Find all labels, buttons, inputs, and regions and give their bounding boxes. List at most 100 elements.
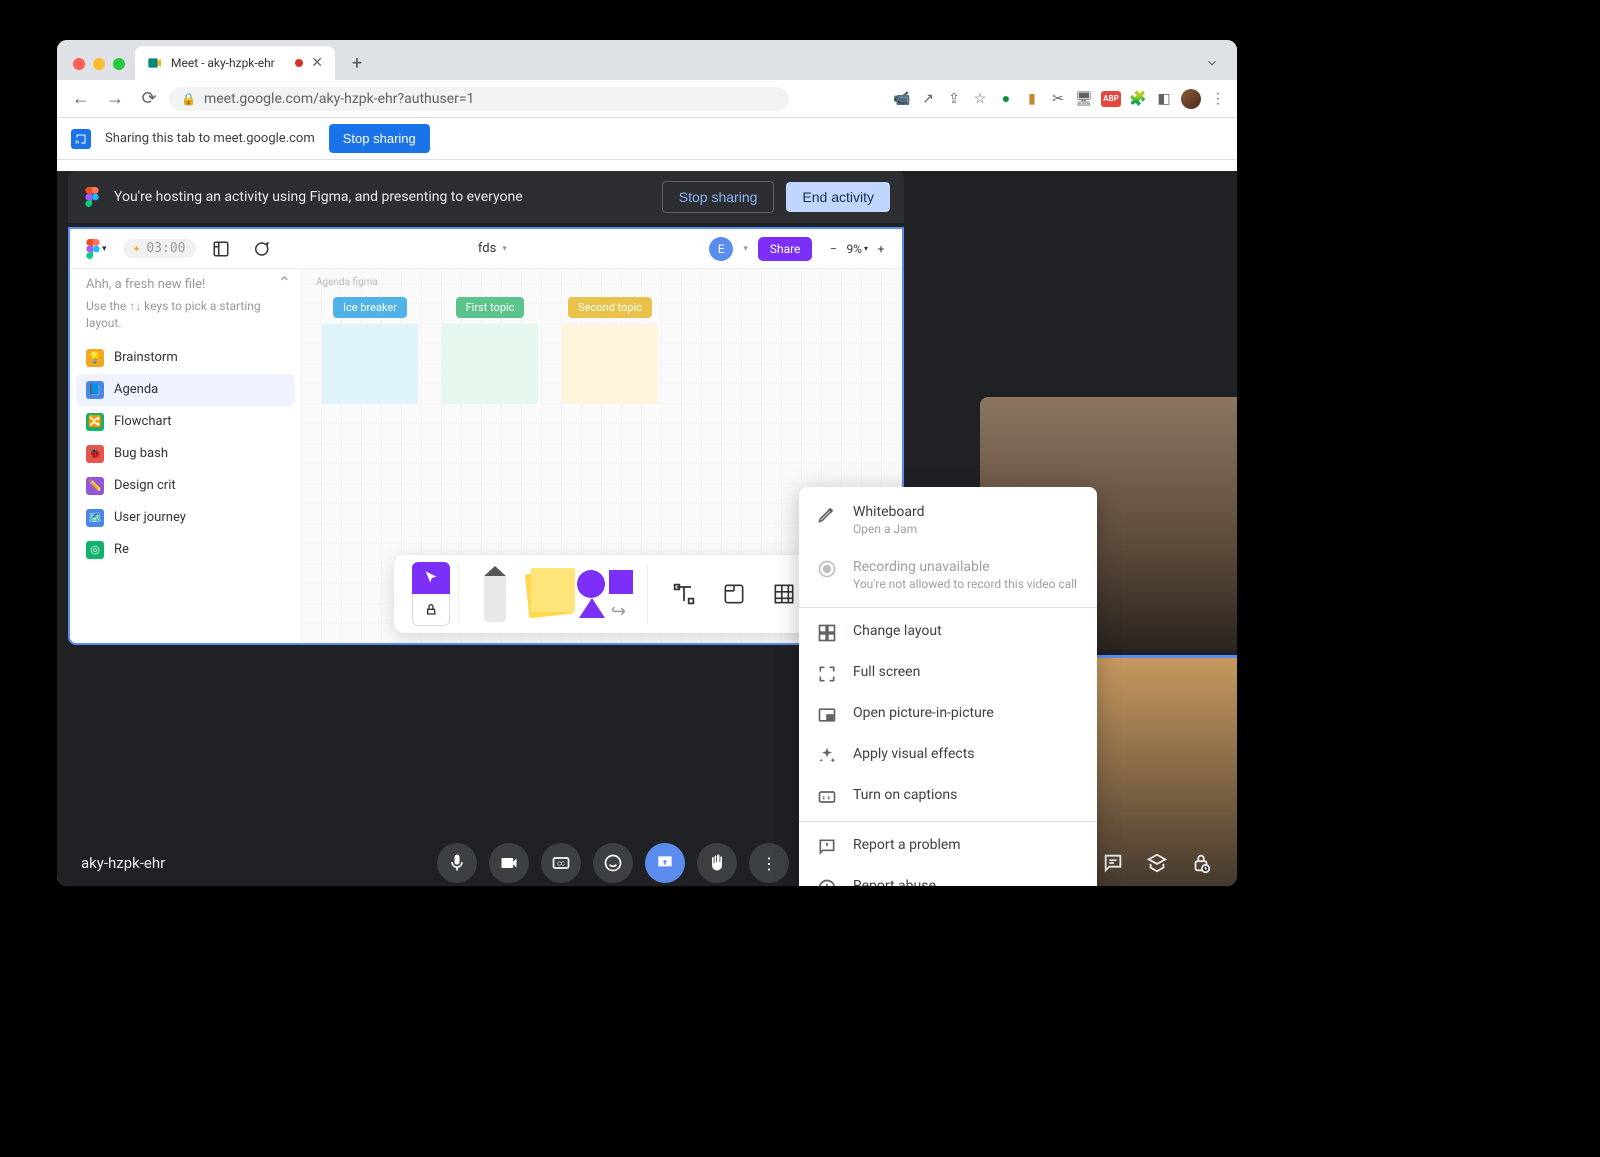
meet-area: You're hosting an activity using Figma, …	[57, 171, 1237, 886]
menu-visual-effects[interactable]: Apply visual effects	[799, 735, 1097, 776]
chrome-menu-icon[interactable]: ⋮	[1209, 90, 1227, 108]
captions-icon	[817, 787, 837, 807]
reactions-button[interactable]	[593, 843, 633, 883]
template-label: User journey	[114, 510, 186, 525]
sidebar-item-re[interactable]: ◎Re	[70, 534, 301, 566]
sidepanel-icon[interactable]: ◧	[1155, 90, 1173, 108]
close-window-dot[interactable]	[73, 58, 85, 70]
sticky-note-tool[interactable]	[523, 572, 567, 616]
sidebar-item-design-crit[interactable]: ✏️Design crit	[70, 470, 301, 502]
menu-full-screen[interactable]: Full screen	[799, 653, 1097, 694]
nav-forward-button[interactable]: →	[101, 85, 129, 113]
canvas-column[interactable]: Second topic	[562, 297, 658, 404]
layout-icon	[817, 623, 837, 643]
sharing-infobar-text: Sharing this tab to meet.google.com	[105, 131, 315, 146]
figma-layout-icon[interactable]	[206, 235, 236, 263]
present-screen-button[interactable]	[645, 843, 685, 883]
stop-sharing-button[interactable]: Stop sharing	[329, 124, 430, 153]
zoom-out-button[interactable]: −	[822, 238, 844, 260]
figma-menu-icon[interactable]: ▾	[80, 235, 113, 263]
figma-comment-icon[interactable]	[246, 235, 276, 263]
extension-abp-icon[interactable]: ABP	[1101, 91, 1121, 107]
more-options-button[interactable]: ⋮	[749, 843, 789, 883]
sidebar-item-bug-bash[interactable]: 🐞 Bug bash	[70, 438, 301, 470]
close-hint-icon[interactable]: ⌃	[278, 273, 291, 292]
template-icon: 🐞	[86, 445, 104, 463]
menu-captions[interactable]: Turn on captions	[799, 776, 1097, 817]
extension-folder-icon[interactable]: ▮	[1023, 90, 1041, 108]
open-external-icon[interactable]: ↗	[919, 90, 937, 108]
extension-greendot-icon[interactable]: ●	[997, 90, 1015, 108]
tab-list-chevron-icon[interactable]	[1205, 56, 1219, 70]
nav-back-button[interactable]: ←	[67, 85, 95, 113]
figma-toolbar: ▾ ✦ 03:00 fds ▾ E ▾	[70, 229, 902, 269]
menu-report-problem[interactable]: Report a problem	[799, 826, 1097, 867]
figma-file-title[interactable]: fds ▾	[286, 241, 700, 256]
meet-favicon-icon	[147, 55, 163, 71]
captions-toggle-button[interactable]: CC	[541, 843, 581, 883]
sticky-note[interactable]	[562, 324, 658, 404]
template-icon: 📘	[86, 381, 104, 399]
minimize-window-dot[interactable]	[93, 58, 105, 70]
sticky-note[interactable]	[322, 324, 418, 404]
sticky-note[interactable]	[442, 324, 538, 404]
share-icon[interactable]: ⇪	[945, 90, 963, 108]
section-tool[interactable]	[712, 572, 756, 616]
menu-picture-in-picture[interactable]: Open picture-in-picture	[799, 694, 1097, 735]
close-tab-icon[interactable]: ✕	[311, 55, 323, 71]
meeting-code: aky-hzpk-ehr	[81, 854, 341, 872]
tab-title: Meet - aky-hzpk-ehr	[171, 56, 275, 70]
activities-button[interactable]	[1145, 851, 1169, 875]
extension-icons: 📹 ↗ ⇪ ☆ ● ▮ ✂︎ 🖥 ABP 🧩 ◧ ⋮	[893, 89, 1227, 109]
pointer-tool[interactable]	[412, 562, 450, 626]
extension-scissors-icon[interactable]: ✂︎	[1049, 90, 1067, 108]
url-field[interactable]: 🔒 meet.google.com/aky-hzpk-ehr?authuser=…	[169, 87, 789, 111]
canvas-column[interactable]: Ice breaker	[322, 297, 418, 404]
camera-toggle-button[interactable]	[489, 843, 529, 883]
pencil-tool[interactable]	[473, 572, 517, 616]
figma-timer-value: 03:00	[146, 241, 185, 256]
template-icon: 🔀	[86, 413, 104, 431]
sidebar-item-brainstorm[interactable]: 💡Brainstorm	[70, 342, 301, 374]
menu-change-layout[interactable]: Change layout	[799, 612, 1097, 653]
camera-indicator-icon[interactable]: 📹	[893, 90, 911, 108]
figma-collaborator-avatar[interactable]: E	[709, 237, 733, 261]
mic-toggle-button[interactable]	[437, 843, 477, 883]
shapes-tool[interactable]: ↪	[573, 572, 639, 616]
extensions-puzzle-icon[interactable]: 🧩	[1129, 90, 1147, 108]
template-label: Bug bash	[114, 446, 168, 461]
canvas-column[interactable]: First topic	[442, 297, 538, 404]
template-label: Flowchart	[114, 414, 172, 429]
figma-timer[interactable]: ✦ 03:00	[123, 239, 196, 258]
cast-icon	[71, 129, 91, 149]
fullscreen-window-dot[interactable]	[113, 58, 125, 70]
sidebar-item-agenda[interactable]: 📘Agenda	[76, 374, 295, 406]
bookmark-star-icon[interactable]: ☆	[971, 90, 989, 108]
activity-end-button[interactable]: End activity	[786, 182, 890, 212]
more-options-menu: WhiteboardOpen a Jam Recording unavailab…	[799, 487, 1097, 886]
figma-share-button[interactable]: Share	[758, 237, 813, 261]
fullscreen-icon	[817, 664, 837, 684]
menu-whiteboard[interactable]: WhiteboardOpen a Jam	[799, 493, 1097, 548]
extension-monitor-icon[interactable]: 🖥	[1075, 90, 1093, 108]
chat-button[interactable]	[1101, 851, 1125, 875]
zoom-in-button[interactable]: +	[870, 238, 892, 260]
nav-reload-button[interactable]: ⟳	[135, 85, 163, 113]
host-controls-button[interactable]	[1189, 851, 1213, 875]
sidebar-hint-body: Use the ↑↓ keys to pick a starting layou…	[70, 292, 301, 342]
macos-traffic-lights	[67, 58, 135, 80]
template-label: Design crit	[114, 478, 176, 493]
sparkle-icon	[817, 746, 837, 766]
figma-presentation-pane: ▾ ✦ 03:00 fds ▾ E ▾	[68, 227, 904, 645]
menu-report-abuse[interactable]: Report abuse	[799, 867, 1097, 886]
activity-stop-sharing-button[interactable]: Stop sharing	[662, 181, 775, 213]
text-tool[interactable]	[662, 572, 706, 616]
sidebar-item-user-journey[interactable]: 🗺️User journey	[70, 502, 301, 534]
new-tab-button[interactable]: +	[343, 49, 371, 77]
sidebar-item-flowchart[interactable]: 🔀 Flowchart	[70, 406, 301, 438]
warning-icon	[817, 878, 837, 886]
raise-hand-button[interactable]	[697, 843, 737, 883]
profile-avatar[interactable]	[1181, 89, 1201, 109]
browser-tab[interactable]: Meet - aky-hzpk-ehr ✕	[135, 46, 335, 80]
lock-icon: 🔒	[181, 92, 196, 106]
